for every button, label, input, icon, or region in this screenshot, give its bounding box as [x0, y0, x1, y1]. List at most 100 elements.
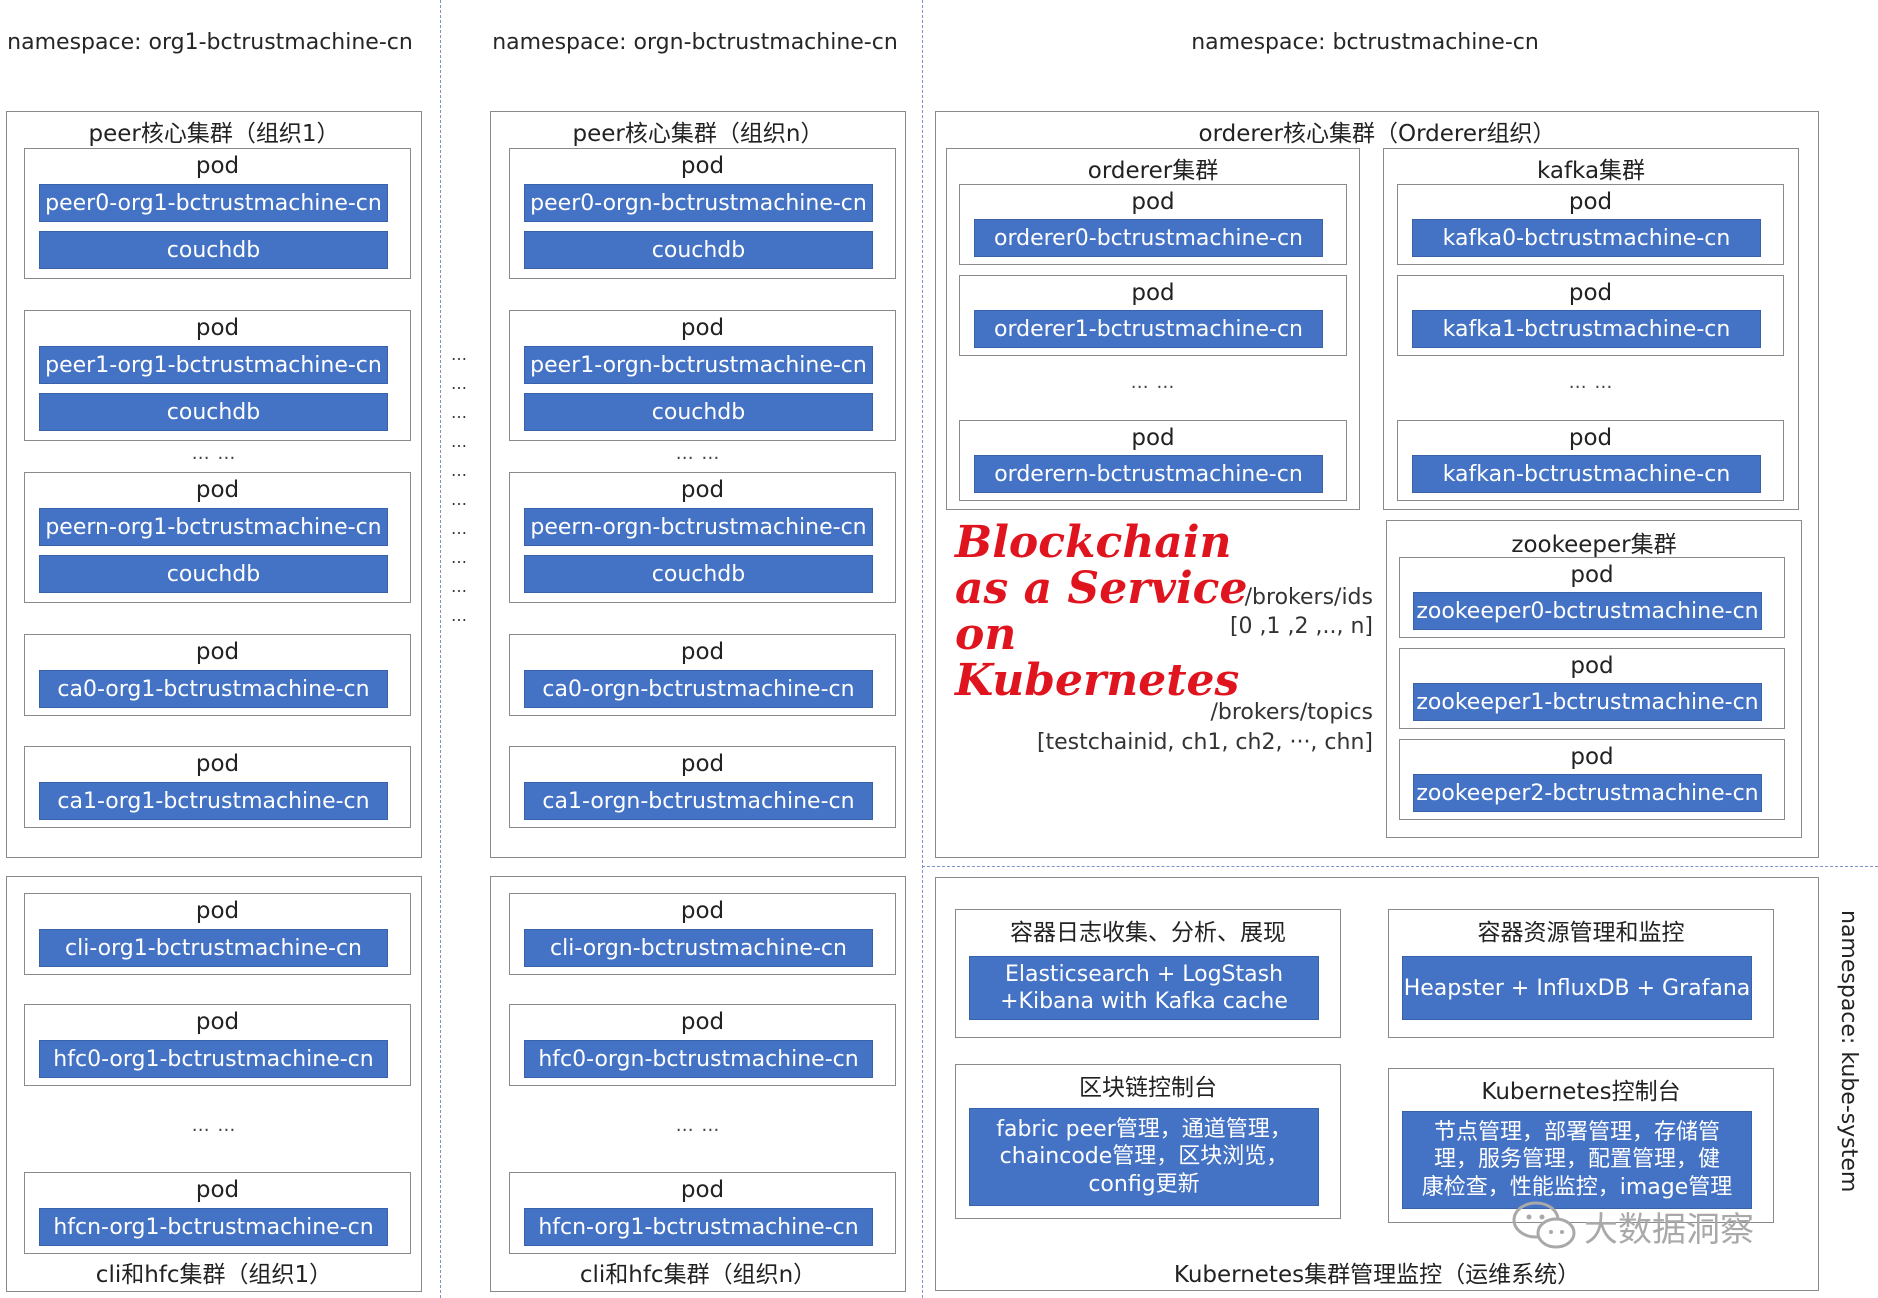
- baas-title-line1: Blockchain: [955, 517, 1232, 568]
- orgn-ca1-bar: ca1-orgn-bctrustmachine-cn: [524, 782, 873, 820]
- middle-ellipsis-column: … … … … … … … … … …: [444, 340, 474, 630]
- orderer-ellipsis: … …: [1130, 372, 1176, 393]
- pod-label: pod: [680, 1177, 725, 1203]
- org1-hfc-ellipsis: … …: [191, 1115, 237, 1136]
- dot: …: [451, 403, 467, 422]
- dot: …: [451, 432, 467, 451]
- pod-label: pod: [680, 153, 725, 179]
- pod-label: pod: [195, 153, 240, 179]
- kafka-pod-n: pod kafkan-bctrustmachine-cn: [1397, 420, 1784, 501]
- orgn-cli-cluster-title: cli和hfc集群（组织n）: [579, 1262, 817, 1288]
- org1-pod-cli: pod cli-org1-bctrustmachine-cn: [24, 893, 411, 975]
- zookeeper-pod-1: pod zookeeper1-bctrustmachine-cn: [1399, 648, 1785, 729]
- orgn-cli-bar: cli-orgn-bctrustmachine-cn: [524, 929, 873, 967]
- pod-label: pod: [680, 315, 725, 341]
- org1-peer1-couchdb-bar: couchdb: [39, 393, 388, 431]
- org1-peer-ellipsis: … …: [191, 443, 237, 464]
- pod-label: pod: [195, 639, 240, 665]
- pod-label: pod: [195, 315, 240, 341]
- k8s-console-bar: 节点管理，部署管理，存储管 理，服务管理，配置管理，健 康检查，性能监控，ima…: [1402, 1111, 1752, 1209]
- orderer-org-title: orderer核心集群（Orderer组织）: [1198, 121, 1556, 147]
- kube-mgmt-footer-title: Kubernetes集群管理监控（运维系统）: [1173, 1262, 1581, 1288]
- org1-pod-peern: pod peern-org1-bctrustmachine-cn couchdb: [24, 472, 411, 603]
- pod-label: pod: [680, 751, 725, 777]
- pod-label: pod: [680, 477, 725, 503]
- kafka-pod-1: pod kafka1-bctrustmachine-cn: [1397, 275, 1784, 356]
- pod-label: pod: [195, 751, 240, 777]
- org1-pod-peer1: pod peer1-org1-bctrustmachine-cn couchdb: [24, 310, 411, 441]
- org1-peern-couchdb-bar: couchdb: [39, 555, 388, 593]
- orgn-peer1-bar: peer1-orgn-bctrustmachine-cn: [524, 346, 873, 384]
- org1-pod-ca0: pod ca0-org1-bctrustmachine-cn: [24, 634, 411, 716]
- pod-label: pod: [1131, 189, 1175, 215]
- zookeeper1-bar: zookeeper1-bctrustmachine-cn: [1413, 683, 1762, 721]
- orgn-pod-peer1: pod peer1-orgn-bctrustmachine-cn couchdb: [509, 310, 896, 441]
- orgn-peer0-couchdb-bar: couchdb: [524, 231, 873, 269]
- orgn-peer1-couchdb-bar: couchdb: [524, 393, 873, 431]
- orgn-peer-ellipsis: … …: [675, 443, 721, 464]
- org1-pod-hfcn: pod hfcn-org1-bctrustmachine-cn: [24, 1172, 411, 1254]
- brokers-ids-value: [0 ,1 ,2 ,.., n]: [1229, 614, 1373, 639]
- org1-peer1-bar: peer1-org1-bctrustmachine-cn: [39, 346, 388, 384]
- namespace-title-orderer: namespace: bctrustmachine-cn: [1191, 30, 1539, 55]
- dot: …: [451, 461, 467, 480]
- pod-label: pod: [1570, 653, 1614, 679]
- chat-bubble-icon: [1512, 1201, 1576, 1249]
- orderer-pod-n: pod orderern-bctrustmachine-cn: [959, 420, 1347, 501]
- separator-horizontal: [922, 866, 1878, 867]
- orgn-pod-ca0: pod ca0-orgn-bctrustmachine-cn: [509, 634, 896, 716]
- chain-console-title: 区块链控制台: [1079, 1075, 1217, 1101]
- chain-console-bar: fabric peer管理，通道管理， chaincode管理，区块浏览， co…: [969, 1108, 1319, 1206]
- chain-console-line3: config更新: [1088, 1171, 1200, 1197]
- dot: …: [451, 490, 467, 509]
- pod-label: pod: [1570, 562, 1614, 588]
- pod-label: pod: [1131, 425, 1175, 451]
- watermark-text: 大数据洞察: [1584, 1209, 1754, 1250]
- k8s-console-line2: 理，服务管理，配置管理，健: [1433, 1147, 1720, 1173]
- org1-ca0-bar: ca0-org1-bctrustmachine-cn: [39, 670, 388, 708]
- logging-line2: +Kibana with Kafka cache: [1000, 989, 1288, 1014]
- zookeeper-pod-0: pod zookeeper0-bctrustmachine-cn: [1399, 557, 1785, 638]
- orgn-peer-cluster-title: peer核心集群（组织n）: [572, 121, 824, 147]
- pod-label: pod: [1568, 425, 1613, 451]
- namespace-title-org1: namespace: org1-bctrustmachine-cn: [7, 30, 413, 55]
- org1-pod-ca1: pod ca1-org1-bctrustmachine-cn: [24, 746, 411, 828]
- orgn-peer0-bar: peer0-orgn-bctrustmachine-cn: [524, 184, 873, 222]
- monitor-title: 容器资源管理和监控: [1477, 920, 1685, 946]
- baas-title-line4: Kubernetes: [955, 655, 1240, 706]
- org1-pod-peer0: pod peer0-org1-bctrustmachine-cn couchdb: [24, 148, 411, 279]
- zookeeper2-bar: zookeeper2-bctrustmachine-cn: [1413, 774, 1762, 812]
- orgn-hfcn-bar: hfcn-org1-bctrustmachine-cn: [524, 1208, 873, 1246]
- pod-label: pod: [195, 1177, 240, 1203]
- orgn-peern-couchdb-bar: couchdb: [524, 555, 873, 593]
- org1-peer-cluster-title: peer核心集群（组织1）: [88, 121, 340, 147]
- kafka0-bar: kafka0-bctrustmachine-cn: [1412, 219, 1761, 257]
- pod-label: pod: [1568, 189, 1613, 215]
- dot: …: [451, 374, 467, 393]
- orgn-peern-bar: peern-orgn-bctrustmachine-cn: [524, 508, 873, 546]
- brokers-ids-path: /brokers/ids: [1244, 585, 1373, 610]
- zookeeper0-bar: zookeeper0-bctrustmachine-cn: [1413, 592, 1762, 630]
- orgn-pod-peer0: pod peer0-orgn-bctrustmachine-cn couchdb: [509, 148, 896, 279]
- orderer1-bar: orderer1-bctrustmachine-cn: [974, 310, 1323, 348]
- namespace-title-kube-system: namespace: kube-system: [1836, 910, 1861, 1193]
- chain-console-line1: fabric peer管理，通道管理，: [996, 1116, 1292, 1142]
- pod-label: pod: [1568, 280, 1613, 306]
- dot: …: [451, 519, 467, 538]
- pod-label: pod: [195, 477, 240, 503]
- pod-label: pod: [195, 1009, 240, 1035]
- kafka-ellipsis: … …: [1568, 372, 1614, 393]
- logging-box: 容器日志收集、分析、展现 Elasticsearch + LogStash +K…: [955, 909, 1341, 1038]
- org1-hfc0-bar: hfc0-org1-bctrustmachine-cn: [39, 1040, 388, 1078]
- logging-title: 容器日志收集、分析、展现: [1010, 920, 1286, 946]
- orgn-pod-peern: pod peern-orgn-bctrustmachine-cn couchdb: [509, 472, 896, 603]
- org1-peer0-bar: peer0-org1-bctrustmachine-cn: [39, 184, 388, 222]
- org1-ca1-bar: ca1-org1-bctrustmachine-cn: [39, 782, 388, 820]
- kafka-cluster-title: kafka集群: [1536, 158, 1646, 184]
- baas-title-line3: on: [955, 609, 1017, 660]
- k8s-console-line1: 节点管理，部署管理，存储管: [1433, 1119, 1720, 1145]
- pod-label: pod: [680, 639, 725, 665]
- dot: …: [451, 577, 467, 596]
- chain-console-line2: chaincode管理，区块浏览，: [999, 1144, 1289, 1170]
- org1-hfcn-bar: hfcn-org1-bctrustmachine-cn: [39, 1208, 388, 1246]
